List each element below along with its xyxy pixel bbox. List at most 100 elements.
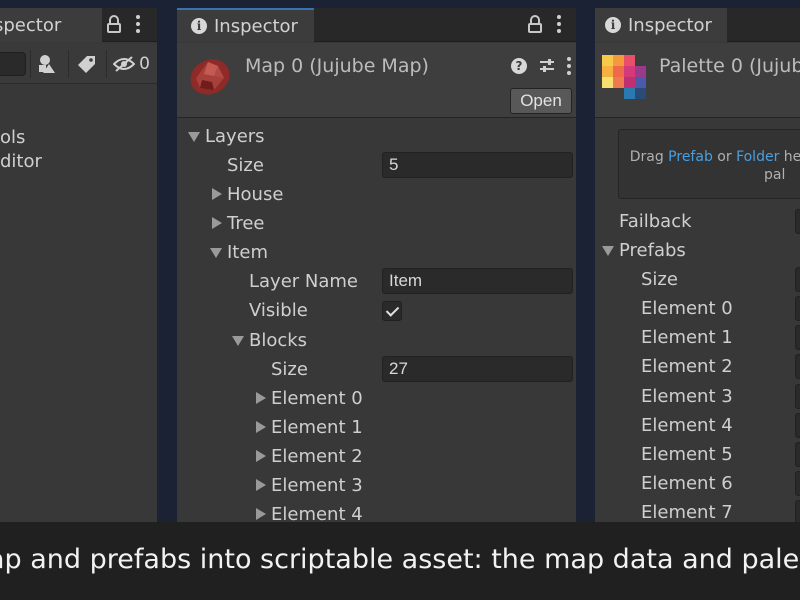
open-button[interactable]: Open bbox=[510, 88, 572, 114]
element-field[interactable] bbox=[795, 354, 800, 379]
settings-sliders-icon[interactable] bbox=[539, 58, 555, 74]
element-label: Element 3 bbox=[641, 386, 733, 407]
right-inspector-tab[interactable]: i Inspector bbox=[595, 8, 727, 42]
kebab-menu-icon[interactable] bbox=[557, 15, 561, 33]
hidden-count-button[interactable]: 0 bbox=[106, 50, 156, 78]
right-tab-title: Inspector bbox=[628, 14, 712, 36]
blocks-size-row: Size 27 bbox=[177, 355, 576, 384]
element-label: Element 4 bbox=[641, 415, 733, 436]
element-label: Element 2 bbox=[271, 446, 363, 467]
element-label: Element 1 bbox=[641, 327, 733, 348]
mid-inspector-tab[interactable]: i Inspector bbox=[177, 8, 314, 42]
left-list-item[interactable]: ditor bbox=[0, 151, 42, 172]
failback-label: Failback bbox=[619, 211, 692, 232]
element-label: Element 0 bbox=[271, 388, 363, 409]
collapsed-arrow-icon bbox=[212, 188, 222, 200]
drop-hint-line1: Drag Prefab or Folder he bbox=[614, 149, 800, 165]
size-input[interactable]: 5 bbox=[382, 152, 573, 178]
house-foldout[interactable]: House bbox=[177, 180, 576, 209]
item-foldout[interactable]: Item bbox=[177, 238, 576, 267]
layers-foldout[interactable]: Layers bbox=[177, 122, 576, 151]
asset-title: Map 0 (Jujube Map) bbox=[245, 55, 429, 77]
hidden-count: 0 bbox=[139, 54, 150, 74]
folder-link[interactable]: Folder bbox=[736, 149, 779, 165]
size-field[interactable] bbox=[795, 267, 800, 292]
collapsed-arrow-icon bbox=[256, 479, 266, 491]
expanded-arrow-icon bbox=[188, 132, 200, 142]
left-tab-tools bbox=[106, 14, 140, 34]
prefab-element-row: Element 2 bbox=[595, 352, 800, 381]
element-field[interactable] bbox=[795, 296, 800, 321]
element-field[interactable] bbox=[795, 413, 800, 438]
element-foldout[interactable]: Element 4 bbox=[177, 500, 576, 522]
prefabs-foldout[interactable]: Prefabs bbox=[595, 236, 800, 265]
header-tools: ? bbox=[511, 57, 571, 75]
visible-checkbox[interactable] bbox=[382, 301, 402, 321]
expanded-arrow-icon bbox=[210, 248, 222, 258]
element-label: Element 1 bbox=[271, 417, 363, 438]
element-foldout[interactable]: Element 0 bbox=[177, 384, 576, 413]
element-field[interactable] bbox=[795, 500, 800, 522]
prefab-element-row: Element 7 bbox=[595, 498, 800, 522]
layer-name-label: Layer Name bbox=[249, 271, 359, 292]
layers-size-row: Size 5 bbox=[177, 151, 576, 180]
eye-slash-icon bbox=[113, 56, 136, 72]
size-label: Size bbox=[641, 269, 678, 290]
element-label: Element 7 bbox=[641, 502, 733, 522]
tag-filter-button[interactable] bbox=[68, 50, 104, 78]
prefab-element-row: Element 3 bbox=[595, 382, 800, 411]
element-foldout[interactable]: Element 2 bbox=[177, 442, 576, 471]
element-field[interactable] bbox=[795, 471, 800, 496]
expanded-arrow-icon bbox=[602, 246, 614, 256]
failback-field[interactable] bbox=[795, 209, 800, 234]
help-icon[interactable]: ? bbox=[511, 58, 527, 74]
palette-header: Palette 0 (Jujub bbox=[595, 43, 800, 118]
tree-foldout[interactable]: Tree bbox=[177, 209, 576, 238]
element-label: Element 0 bbox=[641, 298, 733, 319]
collapsed-arrow-icon bbox=[256, 508, 266, 520]
element-foldout[interactable]: Element 3 bbox=[177, 471, 576, 500]
drop-hint-text: or bbox=[712, 149, 737, 165]
kebab-menu-icon[interactable] bbox=[567, 57, 571, 75]
layers-label: Layers bbox=[205, 126, 265, 147]
element-label: Element 5 bbox=[641, 444, 733, 465]
layer-name-input[interactable]: Item bbox=[382, 268, 573, 294]
visible-label: Visible bbox=[249, 300, 308, 321]
element-field[interactable] bbox=[795, 442, 800, 467]
left-search-field[interactable] bbox=[0, 52, 26, 76]
element-label: Element 2 bbox=[641, 356, 733, 377]
prefabs-size-row: Size bbox=[595, 265, 800, 294]
tag-icon bbox=[77, 56, 95, 73]
prefab-drop-zone[interactable]: Drag Prefab or Folder he pal bbox=[618, 129, 800, 199]
palette-inspector-panel: i Inspector Palette 0 (Jujub Drag Prefab… bbox=[595, 8, 800, 522]
left-list-item[interactable]: ols bbox=[0, 127, 25, 148]
size-label: Size bbox=[227, 155, 264, 176]
kebab-menu-icon[interactable] bbox=[136, 15, 140, 33]
info-icon: i bbox=[191, 18, 207, 34]
drop-hint-line2: pal bbox=[764, 167, 786, 183]
mid-tab-title: Inspector bbox=[214, 15, 298, 37]
drop-hint-text: he bbox=[779, 149, 800, 165]
map-inspector-panel: i Inspector Map 0 (Jujube Map) ? Open La… bbox=[177, 8, 576, 522]
palette-title: Palette 0 (Jujub bbox=[659, 55, 800, 77]
layer-name-row: Layer Name Item bbox=[177, 268, 576, 297]
jujube-icon bbox=[190, 59, 230, 95]
prefab-element-row: Element 0 bbox=[595, 294, 800, 323]
shapes-filter-button[interactable] bbox=[30, 50, 64, 78]
collapsed-arrow-icon bbox=[256, 421, 266, 433]
tree-label: Tree bbox=[227, 213, 265, 234]
blocks-size-input[interactable]: 27 bbox=[382, 356, 573, 382]
left-inspector-tab[interactable]: spector bbox=[0, 8, 102, 42]
prefabs-label: Prefabs bbox=[619, 240, 686, 261]
left-toolbar: 0 bbox=[0, 44, 157, 84]
lock-icon[interactable] bbox=[527, 14, 543, 34]
element-foldout[interactable]: Element 1 bbox=[177, 413, 576, 442]
element-field[interactable] bbox=[795, 384, 800, 409]
prefab-element-row: Element 6 bbox=[595, 469, 800, 498]
lock-icon[interactable] bbox=[106, 14, 122, 34]
blocks-foldout[interactable]: Blocks bbox=[177, 326, 576, 355]
mid-tab-tools bbox=[527, 14, 561, 34]
prefab-link[interactable]: Prefab bbox=[668, 149, 713, 165]
shapes-icon bbox=[38, 55, 55, 73]
element-field[interactable] bbox=[795, 325, 800, 350]
